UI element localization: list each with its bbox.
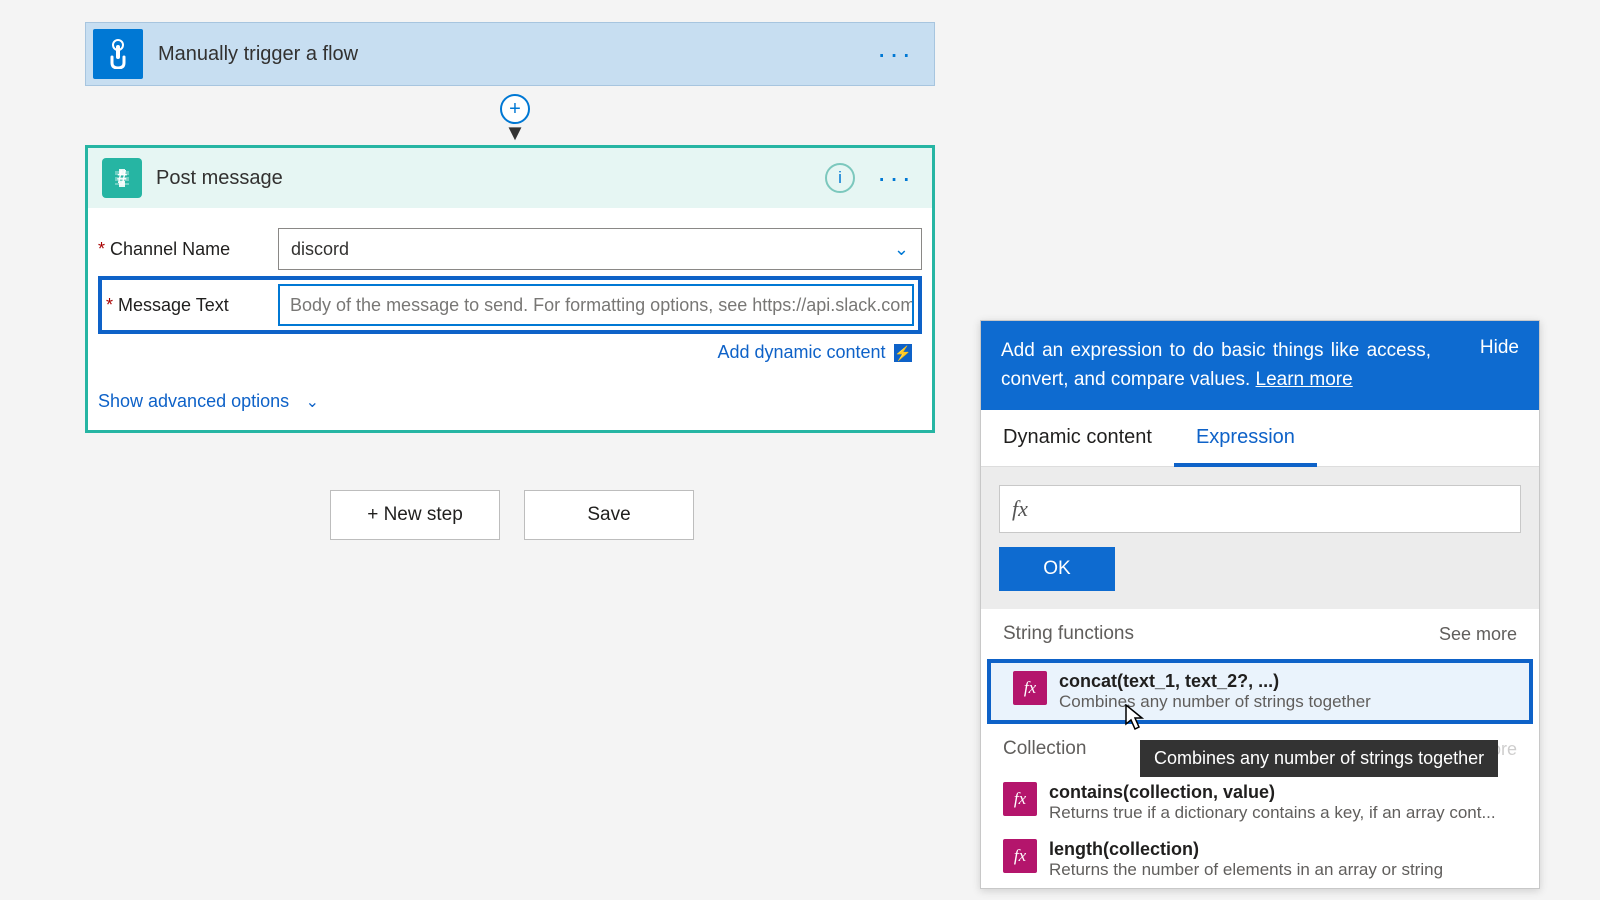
fn-name: concat(text_1, text_2?, ...) bbox=[1059, 671, 1371, 692]
add-dynamic-content-row: Add dynamic content ⚡ bbox=[98, 342, 922, 363]
action-card: # Post message i ··· * Channel Name disc… bbox=[85, 145, 935, 433]
panel-header-text: Add an expression to do basic things lik… bbox=[1001, 337, 1431, 394]
manual-trigger-icon bbox=[93, 29, 143, 79]
channel-label: * Channel Name bbox=[98, 239, 278, 260]
fn-concat[interactable]: fx concat(text_1, text_2?, ...) Combines… bbox=[987, 659, 1533, 724]
message-input[interactable]: Body of the message to send. For formatt… bbox=[278, 284, 914, 326]
expression-panel: Add an expression to do basic things lik… bbox=[980, 320, 1540, 889]
chevron-down-icon: ⌄ bbox=[894, 239, 909, 260]
connector: + ▼ bbox=[498, 86, 532, 146]
fn-text: length(collection) Returns the number of… bbox=[1049, 839, 1443, 880]
fn-desc: Returns true if a dictionary contains a … bbox=[1049, 803, 1496, 823]
hide-panel-button[interactable]: Hide bbox=[1480, 337, 1519, 359]
action-title: Post message bbox=[156, 167, 825, 190]
fn-text: concat(text_1, text_2?, ...) Combines an… bbox=[1059, 671, 1371, 712]
hand-tap-icon bbox=[105, 39, 131, 69]
new-step-button[interactable]: + New step bbox=[330, 490, 500, 540]
cursor-icon bbox=[1125, 704, 1147, 732]
tooltip: Combines any number of strings together bbox=[1140, 740, 1498, 777]
chevron-down-icon: ⌄ bbox=[306, 392, 319, 412]
ok-button[interactable]: OK bbox=[999, 547, 1115, 591]
message-field-highlight: * Message Text Body of the message to se… bbox=[98, 276, 922, 334]
svg-text:#: # bbox=[117, 167, 127, 187]
fn-desc: Combines any number of strings together bbox=[1059, 692, 1371, 712]
fx-icon: fx bbox=[1003, 839, 1037, 873]
group-string-functions: String functions See more bbox=[981, 609, 1539, 659]
trigger-title: Manually trigger a flow bbox=[158, 43, 877, 66]
show-advanced-row[interactable]: Show advanced options ⌄ bbox=[98, 391, 922, 412]
fn-contains[interactable]: fx contains(collection, value) Returns t… bbox=[981, 774, 1539, 831]
group-label: String functions bbox=[1003, 623, 1134, 645]
channel-select[interactable]: discord ⌄ bbox=[278, 228, 922, 270]
fx-icon: fx bbox=[1013, 671, 1047, 705]
fx-icon: fx bbox=[1012, 496, 1028, 522]
tab-dynamic-content[interactable]: Dynamic content bbox=[981, 410, 1174, 466]
save-button[interactable]: Save bbox=[524, 490, 694, 540]
channel-value: discord bbox=[291, 239, 349, 260]
trigger-card[interactable]: Manually trigger a flow ··· bbox=[85, 22, 935, 86]
expression-input[interactable]: fx bbox=[999, 485, 1521, 533]
slack-icon: # bbox=[102, 158, 142, 198]
panel-tabs: Dynamic content Expression bbox=[981, 410, 1539, 467]
tab-expression[interactable]: Expression bbox=[1174, 410, 1317, 467]
arrow-down-icon: ▼ bbox=[504, 120, 526, 146]
fn-name: contains(collection, value) bbox=[1049, 782, 1496, 803]
learn-more-link[interactable]: Learn more bbox=[1256, 369, 1353, 390]
fn-text: contains(collection, value) Returns true… bbox=[1049, 782, 1496, 823]
panel-header: Add an expression to do basic things lik… bbox=[981, 321, 1539, 410]
fn-length[interactable]: fx length(collection) Returns the number… bbox=[981, 831, 1539, 888]
see-more-link[interactable]: See more bbox=[1439, 624, 1517, 645]
add-dynamic-content-link[interactable]: Add dynamic content bbox=[717, 342, 885, 362]
bottom-buttons: + New step Save bbox=[330, 490, 694, 540]
fx-icon: fx bbox=[1003, 782, 1037, 816]
action-menu-button[interactable]: ··· bbox=[877, 162, 914, 194]
action-body: * Channel Name discord ⌄ * Message Text … bbox=[88, 208, 932, 430]
info-icon[interactable]: i bbox=[825, 163, 855, 193]
group-label: Collection bbox=[1003, 738, 1086, 760]
show-advanced-link[interactable]: Show advanced options bbox=[98, 391, 289, 411]
channel-field-row: * Channel Name discord ⌄ bbox=[98, 228, 922, 270]
message-label: * Message Text bbox=[106, 295, 278, 316]
action-header[interactable]: # Post message i ··· bbox=[88, 148, 932, 208]
dynamic-badge-icon[interactable]: ⚡ bbox=[894, 344, 912, 362]
fn-name: length(collection) bbox=[1049, 839, 1443, 860]
expression-input-area: fx OK bbox=[981, 467, 1539, 609]
fn-desc: Returns the number of elements in an arr… bbox=[1049, 860, 1443, 880]
trigger-menu-button[interactable]: ··· bbox=[877, 38, 914, 70]
